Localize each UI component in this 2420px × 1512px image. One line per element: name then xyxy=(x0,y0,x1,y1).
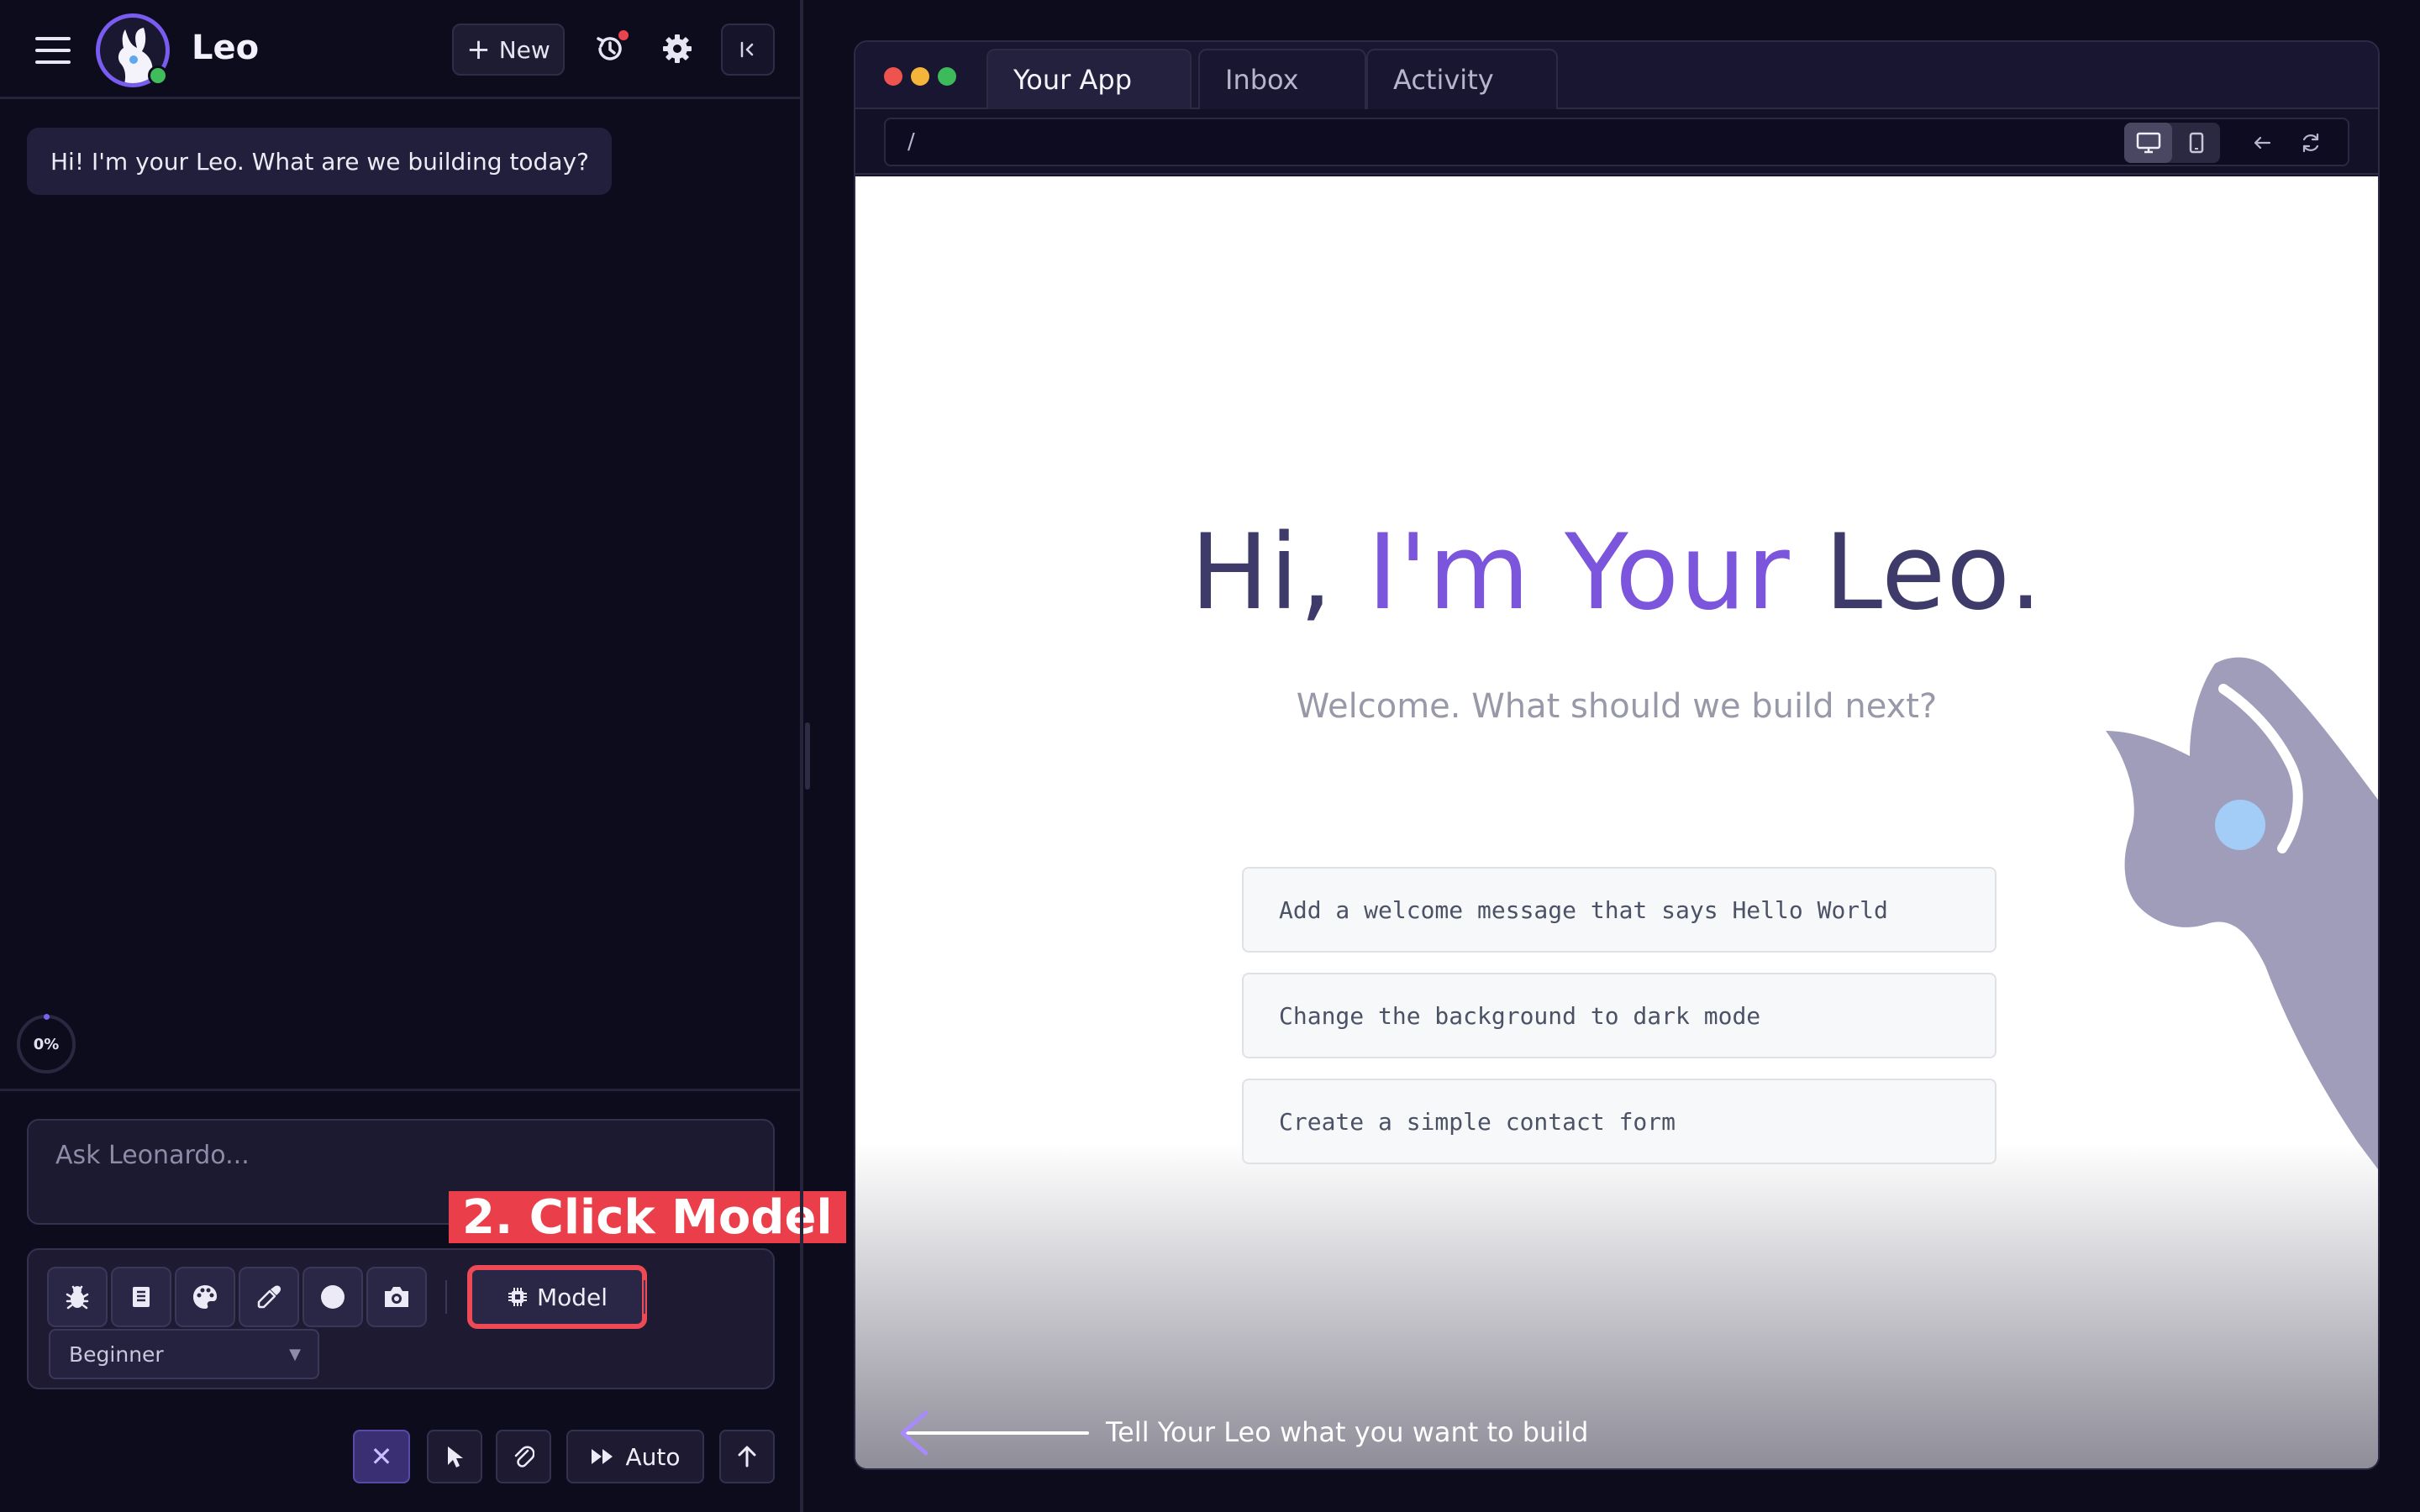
arrow-left-icon xyxy=(900,1410,1089,1456)
auto-mode-button[interactable]: Auto xyxy=(566,1430,704,1483)
arrow-up-icon[interactable] xyxy=(719,1430,775,1483)
desktop-icon[interactable] xyxy=(2124,123,2172,163)
window-titlebar: Your App Inbox Activity xyxy=(855,42,2378,109)
refresh-icon[interactable] xyxy=(2294,126,2328,160)
composer-toolbar: Model Beginner ▼ xyxy=(27,1248,775,1389)
bug-icon[interactable] xyxy=(47,1267,108,1327)
hero-title-part1: Hi, xyxy=(1190,512,1368,633)
chevron-down-icon: ▼ xyxy=(289,1345,301,1363)
sidebar-header: Leo + New xyxy=(0,0,800,99)
hero-title-part3: Leo. xyxy=(1824,512,2044,633)
panel-divider xyxy=(800,0,803,1512)
device-toggle xyxy=(2124,123,2220,163)
palette-icon[interactable] xyxy=(175,1267,235,1327)
toolbar-separator xyxy=(644,1280,645,1314)
hero-title: Hi, I'm Your Leo. xyxy=(855,512,2378,633)
new-chat-button[interactable]: + New xyxy=(452,24,565,76)
model-button[interactable]: Model xyxy=(467,1265,647,1329)
suggestion-item[interactable]: Change the background to dark mode xyxy=(1242,973,1996,1058)
hint-text: Tell Your Leo what you want to build xyxy=(1106,1416,1589,1448)
suggestion-item[interactable]: Create a simple contact form xyxy=(1242,1079,1996,1164)
suggestion-item[interactable]: Add a welcome message that says Hello Wo… xyxy=(1242,867,1996,953)
maximize-window-button[interactable] xyxy=(938,67,956,86)
hero-title-accent: I'm Your xyxy=(1367,512,1825,633)
tab-activity[interactable]: Activity xyxy=(1366,49,1558,109)
composer-divider xyxy=(0,1089,800,1091)
fast-forward-icon xyxy=(592,1449,613,1464)
cursor-icon[interactable] xyxy=(427,1430,482,1483)
eyedropper-icon[interactable] xyxy=(239,1267,299,1327)
chip-icon xyxy=(508,1288,527,1306)
app-title: Leo xyxy=(192,29,260,67)
new-button-label: New xyxy=(498,35,550,64)
minimize-window-button[interactable] xyxy=(911,67,929,86)
tab-your-app[interactable]: Your App xyxy=(986,49,1192,109)
progress-indicator: 0% xyxy=(17,1014,76,1074)
progress-label: 0% xyxy=(33,1035,60,1053)
arrow-left-icon[interactable] xyxy=(2245,126,2279,160)
hamburger-icon[interactable] xyxy=(35,37,71,64)
circle-icon[interactable] xyxy=(302,1267,363,1327)
model-button-label: Model xyxy=(536,1283,608,1311)
online-status-dot xyxy=(148,66,168,86)
plus-icon: + xyxy=(466,33,491,66)
chat-sidebar: Leo + New Hi! I'm your Leo. What are we … xyxy=(0,0,846,1512)
resize-handle[interactable] xyxy=(805,722,810,790)
close-icon[interactable]: ✕ xyxy=(353,1430,410,1483)
assistant-message: Hi! I'm your Leo. What are we building t… xyxy=(27,128,612,195)
skill-level-select[interactable]: Beginner ▼ xyxy=(49,1329,319,1379)
toolbar-separator xyxy=(445,1280,447,1314)
skill-level-value: Beginner xyxy=(69,1341,164,1367)
gear-icon[interactable] xyxy=(655,27,699,71)
tutorial-callout: 2. Click Model xyxy=(449,1190,846,1245)
tab-inbox[interactable]: Inbox xyxy=(1198,49,1366,109)
address-bar-row: / xyxy=(855,109,2378,175)
preview-window: Your App Inbox Activity / Hi, I'm Your L… xyxy=(854,40,2380,1470)
book-icon[interactable] xyxy=(111,1267,171,1327)
paperclip-icon[interactable] xyxy=(496,1430,551,1483)
notification-dot xyxy=(618,30,629,40)
auto-mode-label: Auto xyxy=(625,1442,681,1471)
leo-mascot-icon xyxy=(2106,657,2378,1169)
mobile-icon[interactable] xyxy=(2172,123,2220,163)
close-window-button[interactable] xyxy=(884,67,902,86)
history-icon[interactable] xyxy=(588,27,632,71)
camera-icon[interactable] xyxy=(366,1267,427,1327)
collapse-left-icon[interactable] xyxy=(721,24,775,76)
app-preview: Hi, I'm Your Leo. Welcome. What should w… xyxy=(855,176,2378,1468)
